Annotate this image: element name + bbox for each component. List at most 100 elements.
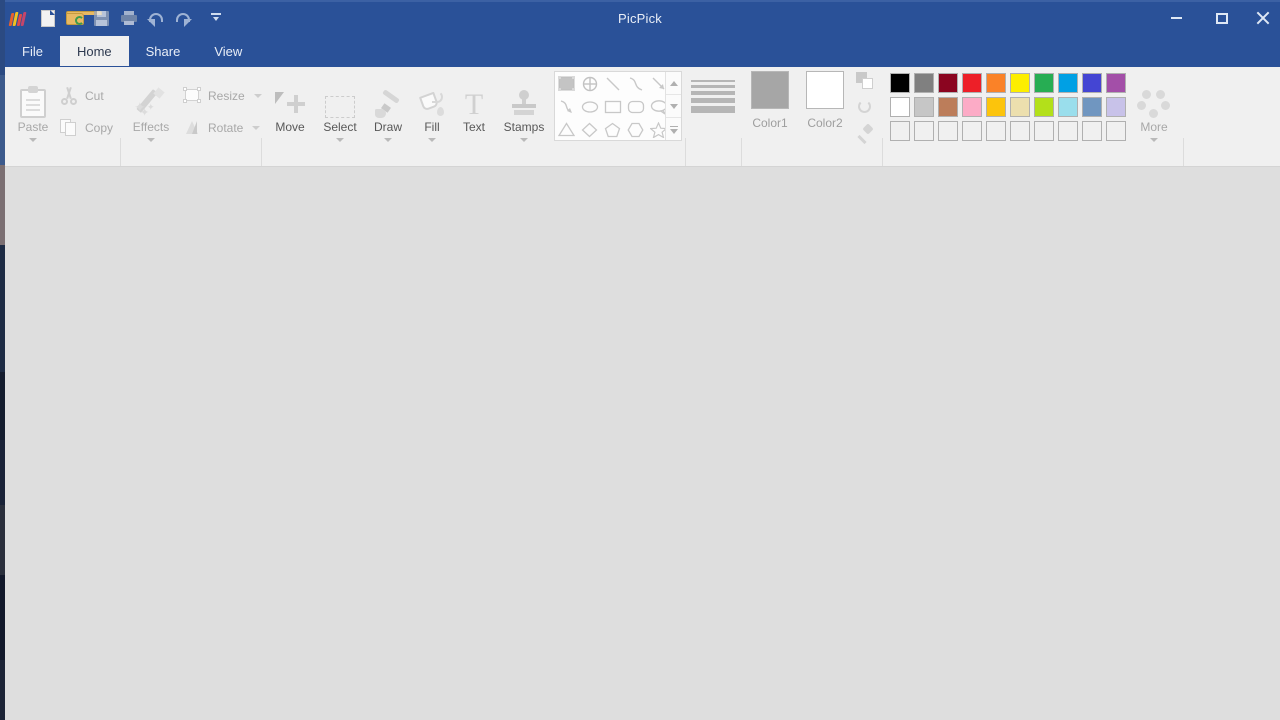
stamps-dropdown-arrow[interactable] [520,138,528,142]
palette-swatch[interactable] [1056,95,1080,119]
palette-swatch[interactable] [936,71,960,95]
palette-swatch[interactable] [912,95,936,119]
palette-swatch[interactable] [960,95,984,119]
palette-swatch[interactable] [984,71,1008,95]
palette-swatch[interactable] [936,95,960,119]
background-window-sliver [0,0,5,720]
paintbrush-icon [374,72,402,118]
stamps-tool-button[interactable]: Stamps [493,72,555,142]
shape-rounded-rectangle[interactable] [624,95,647,118]
close-button[interactable] [1244,0,1280,36]
shape-triangle[interactable] [555,118,578,141]
palette-swatch-empty[interactable] [960,119,984,143]
tab-view[interactable]: View [197,36,259,66]
gallery-scroll-down-button[interactable] [666,95,681,118]
shape-filled-rectangle[interactable] [555,72,578,95]
eyedropper-icon[interactable] [856,124,874,142]
palette-swatch-empty[interactable] [936,119,960,143]
reset-colors-icon[interactable] [856,98,874,116]
shape-hexagon[interactable] [624,118,647,141]
copy-label: Copy [85,121,113,135]
draw-dropdown-arrow[interactable] [384,138,392,142]
paste-button[interactable]: Paste [2,72,64,142]
maximize-icon [1216,13,1228,24]
maximize-button[interactable] [1199,0,1244,36]
shapes-gallery[interactable] [554,71,682,141]
palette-swatch[interactable] [912,71,936,95]
shape-ellipse[interactable] [578,95,601,118]
rotate-label: Rotate [208,121,243,135]
minimize-button[interactable] [1154,0,1199,36]
more-colors-button[interactable]: More [1123,72,1185,142]
shape-diamond[interactable] [578,118,601,141]
swap-colors-icon[interactable] [856,72,874,90]
copy-button[interactable]: Copy [60,116,113,140]
image-canvas[interactable] [5,167,1280,720]
shape-target-circle[interactable] [578,72,601,95]
line-size-button[interactable] [690,74,736,131]
shape-rectangle[interactable] [601,95,624,118]
shapes-gallery-grid [555,72,670,141]
palette-swatch[interactable] [1008,95,1032,119]
palette-swatch-empty[interactable] [1080,119,1104,143]
line-shape [605,76,621,92]
move-icon [275,72,305,118]
palette-swatch[interactable] [1008,71,1032,95]
text-label: Text [463,121,485,134]
rounded-rectangle-shape [627,100,645,114]
caret-down-icon [670,104,678,109]
triangle-shape [558,122,575,137]
color1-button[interactable]: Color1 [750,71,790,137]
palette-swatch[interactable] [1080,95,1104,119]
minimize-icon [1171,17,1182,19]
shapes-gallery-scrollbar[interactable] [665,72,681,140]
color1-swatch[interactable] [751,71,789,109]
tab-share[interactable]: Share [129,36,198,66]
palette-swatch[interactable] [960,71,984,95]
color2-button[interactable]: Color2 [805,71,845,137]
stamp-icon [511,72,537,118]
palette-swatch-empty[interactable] [912,119,936,143]
effects-dropdown-arrow[interactable] [147,138,155,142]
ellipse-shape [581,100,599,114]
cut-label: Cut [85,89,104,103]
palette-swatch[interactable] [1080,71,1104,95]
resize-button[interactable]: Resize [183,84,262,108]
shape-curved-arrow[interactable] [555,95,578,118]
gallery-expand-button[interactable] [666,118,681,141]
palette-swatch[interactable] [1032,71,1056,95]
copy-icon [60,119,80,137]
palette-swatch[interactable] [1032,95,1056,119]
cut-button[interactable]: Cut [60,84,104,108]
effects-button[interactable]: ✦ ✦ ✦ Effects [120,72,182,142]
move-label: Move [275,121,304,134]
palette-swatch-empty[interactable] [1032,119,1056,143]
palette-swatch-empty[interactable] [984,119,1008,143]
palette-swatch[interactable] [984,95,1008,119]
palette-swatch[interactable] [1056,71,1080,95]
ribbon-top-border [0,66,1280,67]
paste-dropdown-arrow[interactable] [29,138,37,142]
picpick-window: PicPick File Home Share View [0,0,1280,720]
color2-swatch[interactable] [806,71,844,109]
palette-swatch-empty[interactable] [1056,119,1080,143]
color1-label: Color1 [752,116,787,130]
more-dropdown-arrow[interactable] [1150,138,1158,142]
fill-dropdown-arrow[interactable] [428,138,436,142]
palette-swatch-empty[interactable] [1008,119,1032,143]
window-title: PicPick [0,0,1280,36]
select-dropdown-arrow[interactable] [336,138,344,142]
shape-line[interactable] [601,72,624,95]
palette-swatch-empty[interactable] [888,119,912,143]
paint-bucket-icon [418,72,446,118]
palette-swatch[interactable] [888,71,912,95]
shape-pentagon[interactable] [601,118,624,141]
palette-swatch[interactable] [888,95,912,119]
rectangle-shape [604,100,622,114]
hexagon-shape [627,122,644,138]
shape-curve[interactable] [624,72,647,95]
tab-home[interactable]: Home [60,36,129,66]
rotate-button[interactable]: Rotate [183,116,260,140]
tab-file[interactable]: File [5,36,60,66]
gallery-scroll-up-button[interactable] [666,72,681,95]
